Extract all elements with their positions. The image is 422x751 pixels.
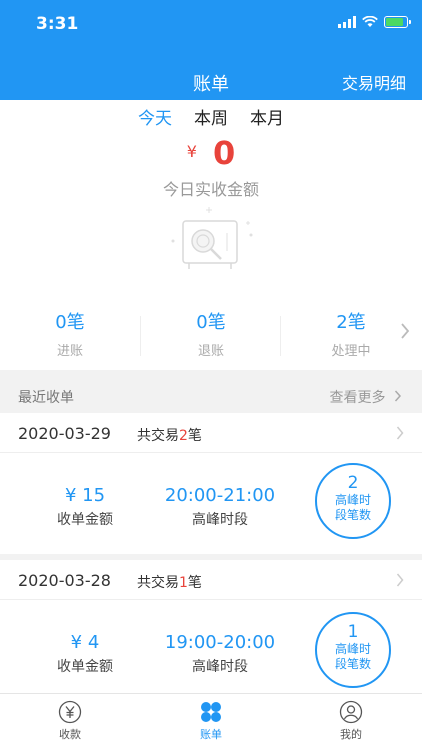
- peak-count-badge: 2 高峰时段笔数: [315, 463, 391, 539]
- tab-collect-label: 收款: [59, 728, 81, 741]
- peak-count-value: 1: [347, 622, 359, 642]
- record-count: 共交易1笔: [137, 575, 202, 591]
- order-amount-label: 收单金额: [57, 659, 113, 675]
- wifi-icon: [362, 16, 378, 27]
- tab-mine-label: 我的: [340, 728, 362, 741]
- amount-label: 今日实收金额: [162, 180, 259, 199]
- chevron-right-icon[interactable]: [400, 322, 410, 340]
- stat-refund-value: 0笔: [196, 312, 226, 333]
- order-amount-value: ¥ 4: [70, 632, 100, 653]
- stat-processing-label: 处理中: [331, 344, 371, 359]
- stat-incoming-value: 0笔: [55, 312, 85, 333]
- stat-refund: 0笔 退账: [141, 308, 281, 359]
- peak-period-value: 19:00-20:00: [164, 632, 276, 653]
- peak-count-value: 2: [347, 473, 359, 493]
- stat-refund-label: 退账: [197, 344, 224, 359]
- chevron-right-icon: [396, 573, 404, 587]
- empty-search-illustration-icon: [171, 207, 253, 269]
- status-icons: [338, 16, 411, 28]
- stat-incoming-label: 进账: [56, 344, 83, 359]
- signal-icon: [338, 16, 356, 28]
- tab-this-week[interactable]: 本周: [194, 104, 228, 129]
- currency-symbol: ¥: [186, 142, 197, 161]
- order-amount-label: 收单金额: [57, 512, 113, 528]
- chevron-right-icon: [394, 390, 402, 402]
- recent-orders-title: 最近收单: [18, 390, 74, 406]
- stat-incoming: 0笔 进账: [0, 308, 140, 359]
- record-card[interactable]: 2020-03-28 共交易1笔 ¥ 4 收单金额 19:00-20:00 高峰…: [0, 560, 422, 693]
- grid-icon: [201, 702, 221, 722]
- header: 3:31 账单 交易明细: [0, 0, 422, 100]
- record-date: 2020-03-28: [18, 571, 111, 590]
- amount-value: 0: [212, 134, 236, 172]
- summary-panel: 今天 本周 本月 ¥0 今日实收金额 0笔 进账 0笔 退账 2笔 处理中: [0, 100, 422, 370]
- peak-count-label: 高峰时段笔数: [334, 493, 371, 522]
- period-tabs: 今天 本周 本月: [0, 104, 422, 129]
- tab-today[interactable]: 今天: [138, 104, 172, 129]
- peak-period-value: 20:00-21:00: [164, 485, 276, 506]
- tab-bills[interactable]: 账单: [181, 700, 241, 742]
- status-time: 3:31: [36, 14, 79, 34]
- record-date: 2020-03-29: [18, 424, 111, 443]
- transaction-details-link[interactable]: 交易明细: [342, 70, 406, 94]
- record-header: 2020-03-29 共交易2笔: [0, 413, 422, 453]
- battery-icon: [384, 16, 411, 28]
- peak-period: 19:00-20:00 高峰时段: [150, 632, 290, 676]
- stats-row[interactable]: 0笔 进账 0笔 退账 2笔 处理中: [0, 308, 422, 363]
- peak-count-label: 高峰时段笔数: [334, 642, 371, 671]
- tab-this-month[interactable]: 本月: [250, 104, 284, 129]
- received-amount: ¥0: [0, 134, 422, 172]
- order-amount: ¥ 4 收单金额: [30, 632, 140, 676]
- view-more-link[interactable]: 查看更多: [330, 387, 402, 407]
- peak-count-badge: 1 高峰时段笔数: [315, 612, 391, 688]
- yen-circle-icon: [58, 700, 82, 724]
- record-count: 共交易2笔: [137, 428, 202, 444]
- order-amount-value: ¥ 15: [64, 485, 106, 506]
- peak-period: 20:00-21:00 高峰时段: [150, 485, 290, 529]
- tab-mine[interactable]: 我的: [321, 700, 381, 742]
- tab-collect[interactable]: 收款: [40, 700, 100, 742]
- bottom-tab-bar: 收款 账单 我的: [0, 693, 422, 751]
- user-icon: [339, 700, 363, 724]
- recent-orders-header: 最近收单 查看更多: [0, 380, 422, 412]
- view-more-label: 查看更多: [329, 390, 386, 406]
- chevron-right-icon: [396, 426, 404, 440]
- order-amount: ¥ 15 收单金额: [30, 485, 140, 529]
- tab-bills-label: 账单: [200, 728, 222, 741]
- peak-period-label: 高峰时段: [192, 659, 248, 675]
- record-header: 2020-03-28 共交易1笔: [0, 560, 422, 600]
- peak-period-label: 高峰时段: [192, 512, 248, 528]
- record-card[interactable]: 2020-03-29 共交易2笔 ¥ 15 收单金额 20:00-21:00 高…: [0, 413, 422, 554]
